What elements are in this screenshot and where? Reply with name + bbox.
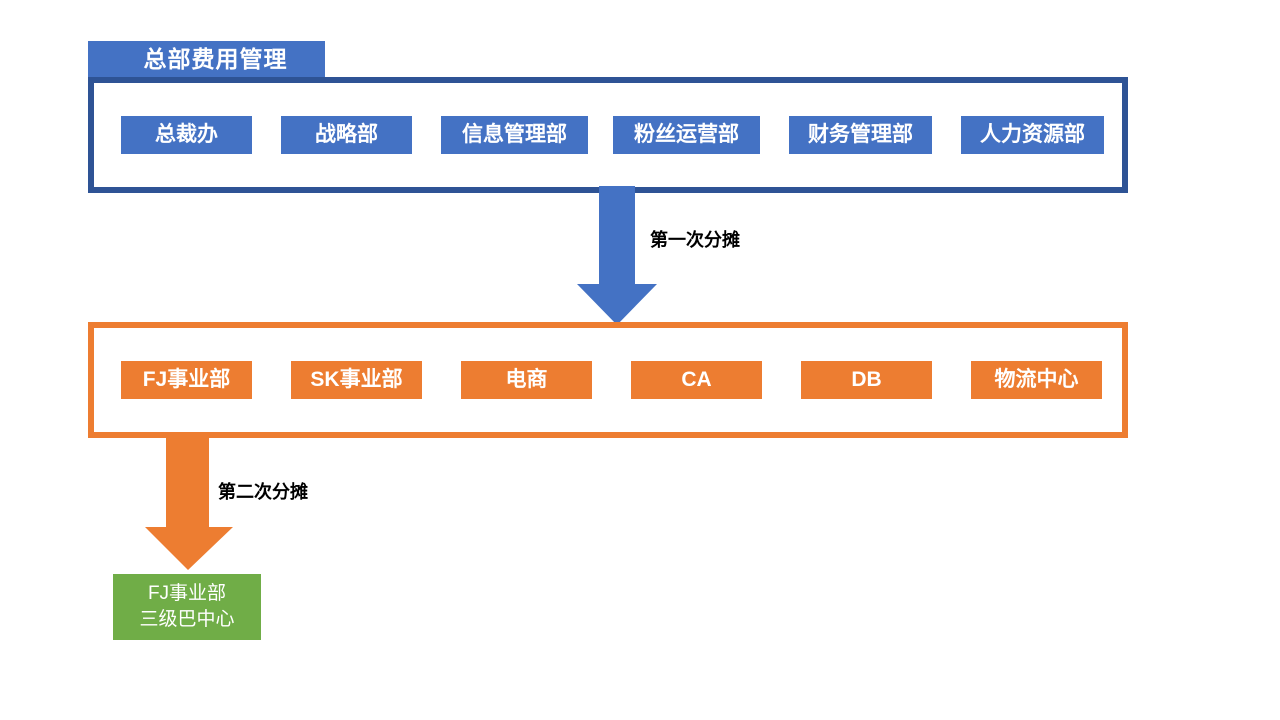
node-headquarters-5[interactable]: 财务管理部 (789, 116, 932, 154)
node-business-unit-4[interactable]: CA (631, 361, 762, 399)
section-title-label: 总部费用管理 (143, 46, 288, 72)
leaf-node-line1: FJ事业部 (147, 583, 227, 605)
node-business-unit-2[interactable]: SK事业部 (291, 361, 422, 399)
node-headquarters-3[interactable]: 信息管理部 (441, 116, 588, 154)
node-headquarters-6[interactable]: 人力资源部 (961, 116, 1104, 154)
leaf-node-line2: 三级巴中心 (139, 609, 235, 630)
section-title-tab: 总部费用管理 (88, 41, 325, 78)
node-label: 信息管理部 (462, 122, 567, 146)
node-label: FJ事业部 (142, 367, 231, 391)
node-business-unit-3[interactable]: 电商 (461, 361, 592, 399)
node-label: 总裁办 (155, 122, 218, 146)
node-label: 人力资源部 (980, 122, 1085, 146)
node-business-unit-6[interactable]: 物流中心 (971, 361, 1102, 399)
first-allocation-label: 第一次分摊 (650, 230, 740, 250)
diagram-canvas: 总部费用管理 总裁办 战略部 信息管理部 粉丝运营部 财务管理部 人力资源部 第… (0, 0, 1280, 720)
node-headquarters-4[interactable]: 粉丝运营部 (613, 116, 760, 154)
node-label: 财务管理部 (808, 122, 913, 146)
node-label: 电商 (505, 367, 548, 391)
node-headquarters-1[interactable]: 总裁办 (121, 116, 252, 154)
business-units-node-row: FJ事业部 SK事业部 电商 CA DB 物流中心 (94, 328, 1122, 432)
first-allocation-arrow (577, 186, 657, 325)
node-business-unit-1[interactable]: FJ事业部 (121, 361, 252, 399)
node-label: 粉丝运营部 (634, 122, 739, 146)
node-label: 战略部 (315, 122, 378, 146)
leaf-node-fj-tier3[interactable]: FJ事业部 三级巴中心 (113, 574, 261, 640)
headquarters-node-row: 总裁办 战略部 信息管理部 粉丝运营部 财务管理部 人力资源部 (94, 83, 1122, 187)
node-business-unit-5[interactable]: DB (801, 361, 932, 399)
node-label: 物流中心 (994, 367, 1079, 391)
headquarters-group-box: 总裁办 战略部 信息管理部 粉丝运营部 财务管理部 人力资源部 (88, 77, 1128, 193)
node-label: SK事业部 (310, 367, 403, 391)
second-allocation-label: 第二次分摊 (218, 482, 308, 502)
business-units-group-box: FJ事业部 SK事业部 电商 CA DB 物流中心 (88, 322, 1128, 438)
node-label: DB (851, 367, 882, 391)
second-allocation-arrow (145, 437, 233, 570)
node-headquarters-2[interactable]: 战略部 (281, 116, 412, 154)
node-label: CA (681, 367, 712, 391)
